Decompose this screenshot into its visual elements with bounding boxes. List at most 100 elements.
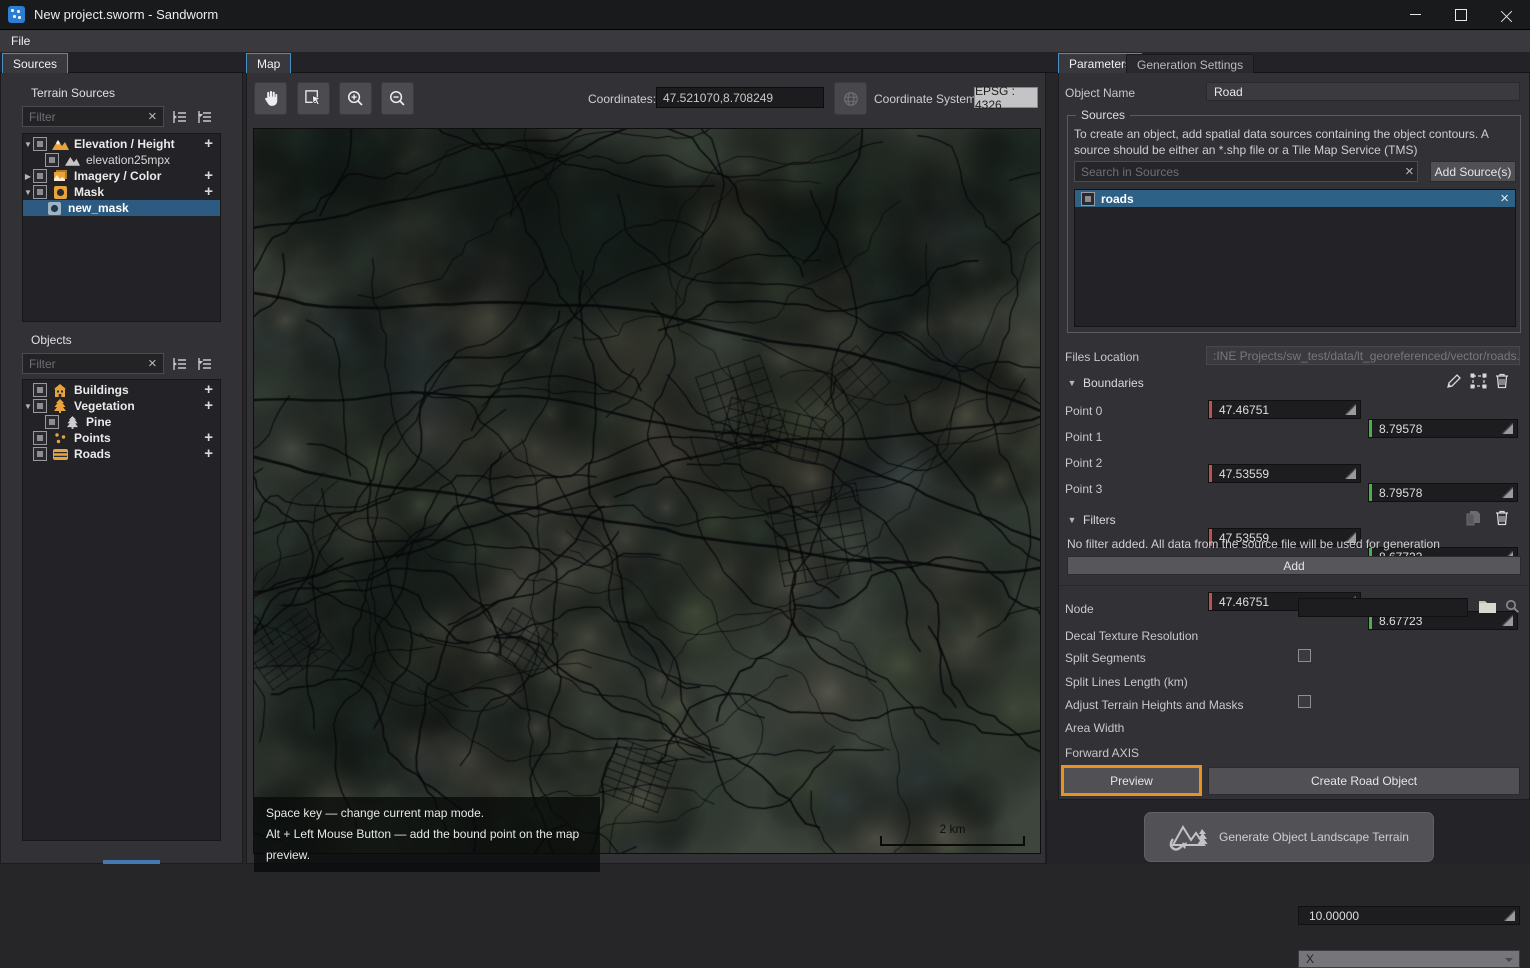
mask-checkbox[interactable] [33, 185, 47, 199]
point-1-label: Point 1 [1065, 430, 1102, 444]
expand-arrow-icon[interactable]: ▶ [23, 172, 33, 181]
source-roads-checkbox[interactable] [1081, 192, 1095, 206]
decal-resolution-label: Decal Texture Resolution [1065, 629, 1198, 643]
map-canvas[interactable] [253, 128, 1041, 854]
drag-handle-icon[interactable] [1504, 910, 1515, 921]
sources-search-clear-icon[interactable]: × [1405, 167, 1414, 177]
drag-handle-icon[interactable] [1502, 423, 1513, 434]
filters-header[interactable]: ▼ Filters [1067, 513, 1116, 527]
vegetation-checkbox[interactable] [33, 399, 47, 413]
point-0-lon-field[interactable]: 8.79578 [1368, 419, 1518, 438]
terrain-filter-input[interactable] [22, 106, 164, 127]
paste-filter-button[interactable] [1466, 510, 1480, 526]
drag-handle-icon[interactable] [1345, 468, 1356, 479]
split-segments-checkbox[interactable] [1298, 649, 1311, 662]
elevation-checkbox[interactable] [33, 137, 47, 151]
tree-row-elevation25mpx[interactable]: elevation25mpx [23, 152, 220, 168]
hand-icon [261, 89, 280, 108]
tree-row-roads[interactable]: Roads + [23, 446, 220, 462]
select-boundaries-button[interactable] [1470, 373, 1487, 389]
menu-file[interactable]: File [0, 30, 41, 52]
add-roads-button[interactable]: + [204, 446, 213, 462]
add-filter-button[interactable]: Add [1067, 556, 1521, 575]
source-remove-icon[interactable]: × [1500, 194, 1509, 204]
objects-filter-clear-icon[interactable]: × [148, 359, 157, 369]
select-tool-button[interactable] [297, 82, 330, 115]
preview-button[interactable]: Preview [1061, 765, 1202, 796]
add-elevation-source-button[interactable]: + [204, 136, 213, 152]
generate-terrain-button[interactable]: Generate Object Landscape Terrain [1144, 812, 1434, 862]
browse-node-button[interactable] [1478, 598, 1497, 614]
imagery-checkbox[interactable] [33, 169, 47, 183]
tree-row-points[interactable]: Points + [23, 430, 220, 446]
boundaries-header[interactable]: ▼ Boundaries [1067, 376, 1144, 390]
generate-strip: Generate Object Landscape Terrain [1046, 800, 1530, 864]
add-imagery-source-button[interactable]: + [204, 168, 213, 184]
tree-row-pine[interactable]: Pine [23, 414, 220, 430]
zoom-in-button[interactable] [339, 82, 372, 115]
delete-filters-button[interactable] [1495, 510, 1509, 526]
create-road-object-button[interactable]: Create Road Object [1208, 767, 1520, 795]
drag-handle-icon[interactable] [1345, 404, 1356, 415]
delete-boundaries-button[interactable] [1495, 373, 1509, 389]
collapse-arrow-icon[interactable]: ▼ [23, 140, 33, 149]
zoom-out-button[interactable] [381, 82, 414, 115]
files-location-value: :INE Projects/sw_test/data/lt_georeferen… [1206, 346, 1520, 365]
terrain-filter-clear-icon[interactable]: × [148, 112, 157, 122]
search-node-button[interactable] [1505, 599, 1520, 614]
pan-tool-button[interactable] [254, 82, 287, 115]
node-input[interactable] [1298, 598, 1468, 617]
tree-row-new-mask[interactable]: new_mask [23, 200, 220, 216]
maximize-button[interactable] [1438, 0, 1484, 30]
elevation25mpx-checkbox[interactable] [45, 153, 59, 167]
tree-row-elevation[interactable]: ▼ Elevation / Height + [23, 136, 220, 152]
pine-checkbox[interactable] [45, 415, 59, 429]
drag-handle-icon[interactable] [1502, 487, 1513, 498]
close-icon [1501, 9, 1513, 21]
coordinates-input[interactable] [656, 87, 824, 108]
close-button[interactable] [1484, 0, 1530, 30]
tab-map[interactable]: Map [246, 53, 291, 74]
map-help-overlay: Space key — change current map mode. Alt… [254, 797, 600, 872]
tree-row-imagery[interactable]: ▶ Imagery / Color + [23, 168, 220, 184]
adjust-terrain-checkbox[interactable] [1298, 695, 1311, 708]
paste-icon [1466, 510, 1480, 526]
add-vegetation-button[interactable]: + [204, 398, 213, 414]
edit-boundaries-button[interactable] [1446, 373, 1462, 389]
minimize-button[interactable] [1392, 0, 1438, 30]
source-row-roads[interactable]: roads × [1075, 190, 1515, 207]
objects-expand-all-button[interactable] [194, 353, 215, 374]
objects-collapse-all-button[interactable] [169, 353, 190, 374]
terrain-expand-all-button[interactable] [194, 106, 215, 127]
points-checkbox[interactable] [33, 431, 47, 445]
coordinates-label: Coordinates: [588, 92, 656, 106]
object-name-input[interactable] [1206, 82, 1520, 101]
add-buildings-button[interactable]: + [204, 382, 213, 398]
add-mask-source-button[interactable]: + [204, 184, 213, 200]
tab-sources[interactable]: Sources [2, 53, 68, 74]
add-points-button[interactable]: + [204, 430, 213, 446]
tree-row-mask[interactable]: ▼ Mask + [23, 184, 220, 200]
boundaries-title: Boundaries [1083, 376, 1144, 390]
point-1-lon-field[interactable]: 8.79578 [1368, 483, 1518, 502]
forward-axis-dropdown[interactable]: X [1298, 950, 1520, 968]
drag-handle-icon[interactable] [1502, 615, 1513, 626]
expand-tree-icon [197, 110, 213, 124]
point-1-lat-field[interactable]: 47.53559 [1208, 464, 1361, 483]
point-0-lat-field[interactable]: 47.46751 [1208, 400, 1361, 419]
reproject-button[interactable] [834, 82, 867, 115]
collapse-arrow-icon[interactable]: ▼ [23, 402, 33, 411]
area-width-field[interactable]: 10.00000 [1298, 906, 1520, 925]
buildings-icon [51, 383, 69, 397]
tab-generation-settings[interactable]: Generation Settings [1126, 54, 1254, 74]
tree-row-buildings[interactable]: Buildings + [23, 382, 220, 398]
map-scale-label: 2 km [880, 822, 1025, 836]
sources-search-input[interactable] [1074, 161, 1418, 182]
terrain-collapse-all-button[interactable] [169, 106, 190, 127]
collapse-arrow-icon[interactable]: ▼ [23, 188, 33, 197]
tree-row-vegetation[interactable]: ▼ Vegetation + [23, 398, 220, 414]
buildings-checkbox[interactable] [33, 383, 47, 397]
roads-checkbox[interactable] [33, 447, 47, 461]
add-sources-button[interactable]: Add Source(s) [1430, 161, 1516, 182]
objects-filter-input[interactable] [22, 353, 164, 374]
